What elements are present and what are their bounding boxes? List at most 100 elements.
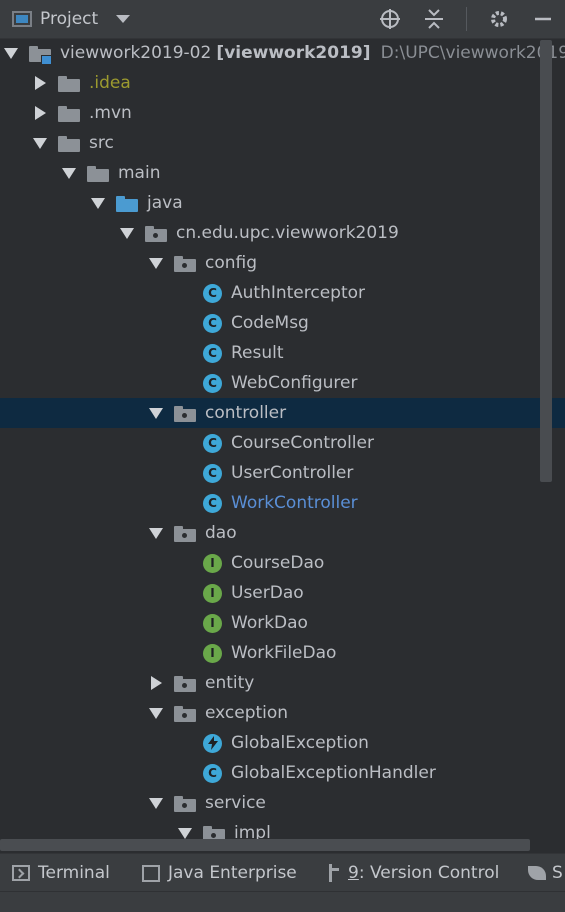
tree-row-controller[interactable]: controller xyxy=(0,398,565,428)
java-enterprise-tab-label: Java Enterprise xyxy=(168,863,297,883)
tree-row-main[interactable]: main xyxy=(0,158,565,188)
tree-row-src[interactable]: src xyxy=(0,128,565,158)
source-folder-icon xyxy=(116,196,138,212)
root-path: D:\UPC\viewwork2019 xyxy=(380,43,565,63)
tree-node-label: CourseController xyxy=(231,433,374,453)
tree-node-label: GlobalExceptionHandler xyxy=(231,763,436,783)
expand-arrow-icon[interactable] xyxy=(32,75,48,91)
class-icon: C xyxy=(203,463,222,483)
interface-icon: I xyxy=(203,613,222,633)
collapse-arrow-icon[interactable] xyxy=(61,165,77,181)
collapse-arrow-icon[interactable] xyxy=(148,795,164,811)
tree-row-workfiledao[interactable]: I WorkFileDao xyxy=(0,638,565,668)
settings-gear-icon[interactable] xyxy=(487,7,511,31)
tree-node-label: WorkFileDao xyxy=(231,643,337,663)
root-module: [viewwork2019] xyxy=(216,43,371,63)
tree-node-label: WebConfigurer xyxy=(231,373,358,393)
tree-node-label: CourseDao xyxy=(231,553,325,573)
tree-row-authinterceptor[interactable]: C AuthInterceptor xyxy=(0,278,565,308)
tree-row-coursedao[interactable]: I CourseDao xyxy=(0,548,565,578)
tree-row-idea[interactable]: .idea xyxy=(0,68,565,98)
tree-node-label: AuthInterceptor xyxy=(231,283,366,303)
tree-node-label: Result xyxy=(231,343,284,363)
tree-row-entity[interactable]: entity xyxy=(0,668,565,698)
header-actions xyxy=(378,5,555,33)
expand-arrow-icon[interactable] xyxy=(148,675,164,691)
tree-node-label: CodeMsg xyxy=(231,313,309,333)
tree-row-dao[interactable]: dao xyxy=(0,518,565,548)
tree-node-label: cn.edu.upc.viewwork2019 xyxy=(176,223,399,243)
tree-node-label: dao xyxy=(205,523,237,543)
folder-icon xyxy=(87,166,109,182)
tree-node-label: src xyxy=(89,133,114,153)
tree-row-workdao[interactable]: I WorkDao xyxy=(0,608,565,638)
tree-row-cn-edu-upc-viewwork2019[interactable]: cn.edu.upc.viewwork2019 xyxy=(0,218,565,248)
version-control-shortcut: 9 xyxy=(348,863,359,883)
java-enterprise-icon xyxy=(142,864,160,882)
chevron-down-icon[interactable] xyxy=(116,15,131,23)
interface-icon: I xyxy=(203,553,222,573)
collapse-arrow-icon[interactable] xyxy=(148,705,164,721)
tree-row-userdao[interactable]: I UserDao xyxy=(0,578,565,608)
collapse-arrow-icon[interactable] xyxy=(148,525,164,541)
expand-arrow-icon[interactable] xyxy=(32,105,48,121)
folder-icon xyxy=(58,106,80,122)
package-icon xyxy=(174,526,196,542)
version-control-tab-label: : Version Control xyxy=(358,863,500,883)
tree-node-label: .idea xyxy=(89,73,131,93)
collapse-arrow-icon[interactable] xyxy=(148,255,164,271)
tree-row-coursecontroller[interactable]: C CourseController xyxy=(0,428,565,458)
collapse-arrow-icon[interactable] xyxy=(32,135,48,151)
exception-class-icon xyxy=(203,733,222,753)
tree-node-label: .mvn xyxy=(89,103,132,123)
spring-tab[interactable]: S xyxy=(528,854,563,892)
interface-icon: I xyxy=(203,643,222,663)
tree-row-result[interactable]: C Result xyxy=(0,338,565,368)
tree-node-label: exception xyxy=(205,703,289,723)
class-icon: C xyxy=(203,343,222,363)
tree-node-label: entity xyxy=(205,673,255,693)
folder-icon xyxy=(58,76,80,92)
tree-row-mvn[interactable]: .mvn xyxy=(0,98,565,128)
package-icon xyxy=(145,226,167,242)
tree-node-label: WorkDao xyxy=(231,613,308,633)
spring-leaf-icon xyxy=(528,866,546,880)
terminal-tab-label: Terminal xyxy=(38,863,110,883)
package-icon xyxy=(174,256,196,272)
tree-row-globalexception[interactable]: GlobalException xyxy=(0,728,565,758)
collapse-arrow-icon[interactable] xyxy=(119,225,135,241)
expand-arrow-icon[interactable] xyxy=(3,45,19,61)
tree-row-globalexceptionhandler[interactable]: C GlobalExceptionHandler xyxy=(0,758,565,788)
vertical-scrollbar[interactable] xyxy=(540,40,552,482)
tree-row-codemsg[interactable]: C CodeMsg xyxy=(0,308,565,338)
horizontal-scrollbar[interactable] xyxy=(0,839,530,851)
project-tool-window-header: Project xyxy=(0,0,565,39)
version-control-tab[interactable]: 9: Version Control xyxy=(326,854,499,892)
java-enterprise-tab[interactable]: Java Enterprise xyxy=(142,854,297,892)
project-view-selector[interactable]: Project xyxy=(12,7,131,31)
tree-node-label: WorkController xyxy=(231,493,358,513)
terminal-tab[interactable]: Terminal xyxy=(12,854,110,892)
locate-icon[interactable] xyxy=(378,7,402,31)
tree-row-workcontroller[interactable]: C WorkController xyxy=(0,488,565,518)
tree-row-webconfigurer[interactable]: C WebConfigurer xyxy=(0,368,565,398)
class-icon: C xyxy=(203,373,222,393)
collapse-all-icon[interactable] xyxy=(422,7,446,31)
tree-row-config[interactable]: config xyxy=(0,248,565,278)
collapse-arrow-icon[interactable] xyxy=(90,195,106,211)
tree-row-usercontroller[interactable]: C UserController xyxy=(0,458,565,488)
tree-row-service[interactable]: service xyxy=(0,788,565,818)
status-bar xyxy=(0,891,565,912)
package-icon xyxy=(174,796,196,812)
hide-minimize-icon[interactable] xyxy=(531,7,555,31)
collapse-arrow-icon[interactable] xyxy=(148,405,164,421)
tree-root-row[interactable]: viewwork2019-02 [viewwork2019] D:\UPC\vi… xyxy=(0,38,565,68)
project-title: Project xyxy=(40,9,99,29)
class-icon: C xyxy=(203,433,222,453)
spring-tab-label: S xyxy=(552,863,563,883)
module-folder-icon xyxy=(29,46,52,65)
class-icon: C xyxy=(203,493,222,513)
tree-row-java[interactable]: java xyxy=(0,188,565,218)
tree-node-label: GlobalException xyxy=(231,733,369,753)
tree-row-exception[interactable]: exception xyxy=(0,698,565,728)
